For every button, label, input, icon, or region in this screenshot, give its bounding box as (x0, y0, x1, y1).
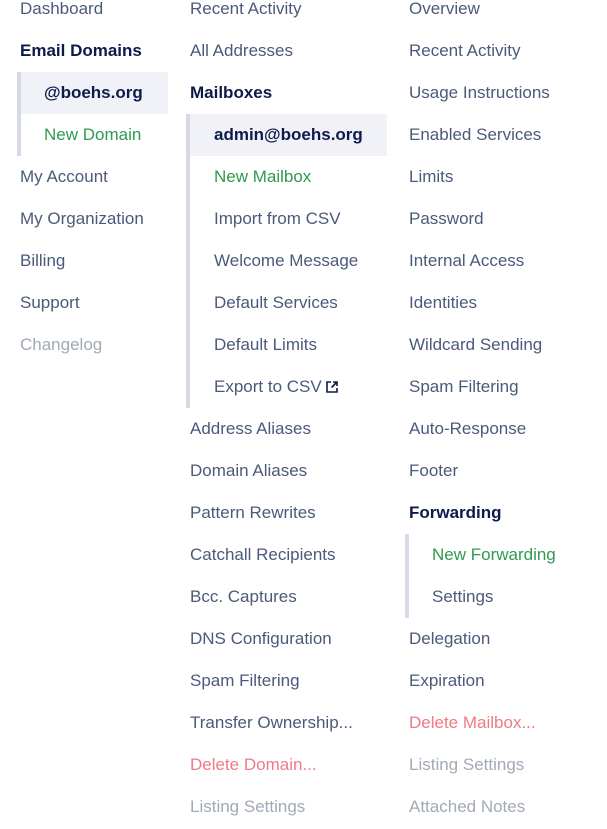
nav-default-services[interactable]: Default Services (214, 282, 338, 324)
nav-auto-response[interactable]: Auto-Response (409, 408, 526, 450)
nav-mailbox-selected[interactable]: admin@boehs.org (190, 114, 387, 156)
nav-default-limits[interactable]: Default Limits (214, 324, 317, 366)
nav-mailboxes[interactable]: Mailboxes (190, 72, 272, 114)
nav-pattern-rewrites[interactable]: Pattern Rewrites (190, 492, 316, 534)
nav-new-forwarding[interactable]: New Forwarding (432, 534, 556, 576)
nav-forwarding[interactable]: Forwarding (409, 492, 502, 534)
external-link-icon (325, 381, 338, 393)
nav-delete-domain[interactable]: Delete Domain... (190, 744, 317, 786)
nav-new-mailbox[interactable]: New Mailbox (214, 156, 311, 198)
nav-domain-selected[interactable]: @boehs.org (21, 72, 168, 114)
nav-new-domain[interactable]: New Domain (44, 114, 141, 156)
nav-internal-access[interactable]: Internal Access (409, 240, 524, 282)
nav-all-addresses[interactable]: All Addresses (190, 30, 293, 72)
nav-domain-aliases[interactable]: Domain Aliases (190, 450, 307, 492)
nav-export-csv[interactable]: Export to CSV (214, 366, 338, 408)
nav-attached-notes[interactable]: Attached Notes (409, 786, 525, 828)
nav-recent-activity[interactable]: Recent Activity (190, 0, 302, 30)
nav-billing[interactable]: Billing (20, 240, 65, 282)
nav-address-aliases[interactable]: Address Aliases (190, 408, 311, 450)
nav-spam-filtering[interactable]: Spam Filtering (190, 660, 300, 702)
nav-forwarding-settings[interactable]: Settings (432, 576, 493, 618)
submenu-rail (186, 114, 190, 408)
nav-delegation[interactable]: Delegation (409, 618, 490, 660)
nav-catchall-recipients[interactable]: Catchall Recipients (190, 534, 336, 576)
nav-overview[interactable]: Overview (409, 0, 480, 30)
nav-dashboard[interactable]: Dashboard (20, 0, 103, 30)
nav-bcc-captures[interactable]: Bcc. Captures (190, 576, 297, 618)
nav-import-csv[interactable]: Import from CSV (214, 198, 341, 240)
nav-footer[interactable]: Footer (409, 450, 458, 492)
export-csv-label: Export to CSV (214, 377, 322, 396)
nav-password[interactable]: Password (409, 198, 484, 240)
nav-usage-instructions[interactable]: Usage Instructions (409, 72, 550, 114)
nav-listing-settings[interactable]: Listing Settings (190, 786, 305, 828)
nav-dns-configuration[interactable]: DNS Configuration (190, 618, 332, 660)
nav-support[interactable]: Support (20, 282, 80, 324)
nav-enabled-services[interactable]: Enabled Services (409, 114, 541, 156)
nav-mailbox-listing-settings[interactable]: Listing Settings (409, 744, 524, 786)
nav-my-account[interactable]: My Account (20, 156, 108, 198)
nav-changelog[interactable]: Changelog (20, 324, 102, 366)
nav-limits[interactable]: Limits (409, 156, 453, 198)
nav-delete-mailbox[interactable]: Delete Mailbox... (409, 702, 536, 744)
nav-mailbox-recent-activity[interactable]: Recent Activity (409, 30, 521, 72)
nav-email-domains[interactable]: Email Domains (20, 30, 142, 72)
nav-welcome-message[interactable]: Welcome Message (214, 240, 358, 282)
nav-my-organization[interactable]: My Organization (20, 198, 144, 240)
nav-expiration[interactable]: Expiration (409, 660, 485, 702)
nav-wildcard-sending[interactable]: Wildcard Sending (409, 324, 542, 366)
nav-transfer-ownership[interactable]: Transfer Ownership... (190, 702, 353, 744)
nav-mailbox-spam-filtering[interactable]: Spam Filtering (409, 366, 519, 408)
nav-identities[interactable]: Identities (409, 282, 477, 324)
submenu-rail (405, 534, 409, 618)
